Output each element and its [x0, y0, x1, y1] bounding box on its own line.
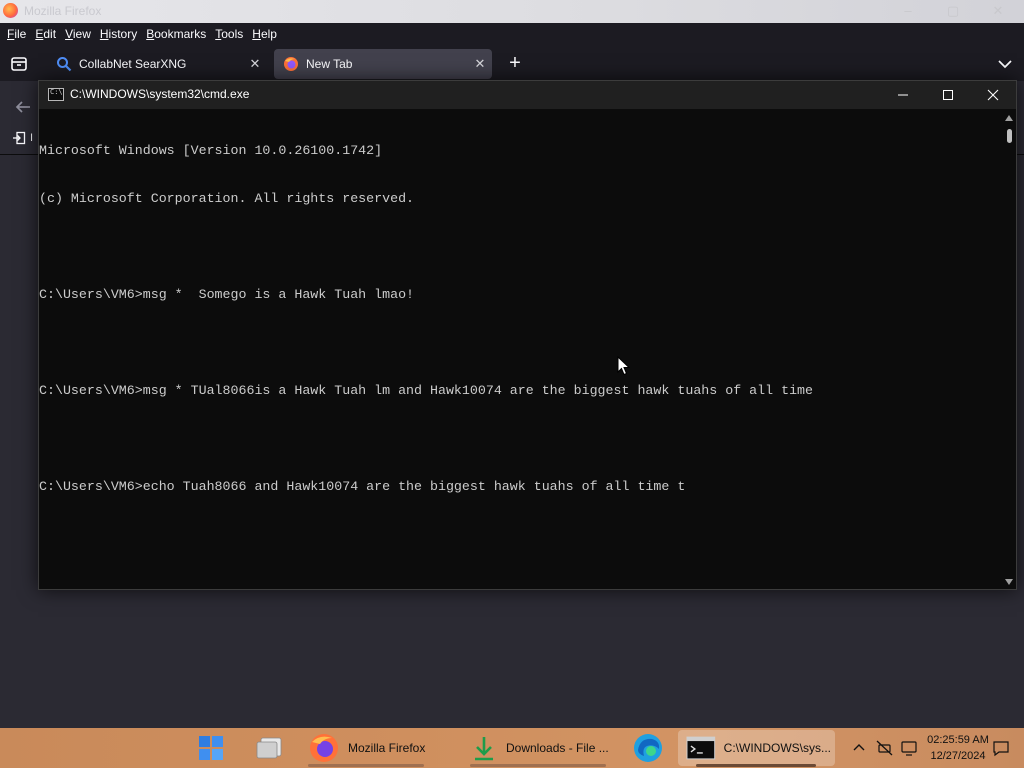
notifications-button[interactable] [992, 728, 1012, 768]
active-indicator [696, 764, 816, 767]
clock-date: 12/27/2024 [930, 750, 986, 762]
running-indicator [308, 764, 424, 767]
windows-logo-icon [199, 736, 223, 760]
minimize-icon [898, 94, 908, 96]
start-button[interactable] [198, 728, 228, 768]
cmd-icon: C:\ [48, 88, 64, 101]
menu-help[interactable]: Help [248, 27, 281, 41]
edge-taskbar-button[interactable] [632, 728, 666, 768]
notification-icon [993, 741, 1009, 757]
cmd-maximize-button[interactable] [925, 81, 971, 109]
import-icon [13, 131, 26, 145]
cmd-taskbar-button[interactable]: C:\WINDOWS\sys... [686, 728, 831, 768]
menu-view[interactable]: View [61, 27, 95, 41]
close-icon [987, 89, 999, 101]
taskbar-label: Downloads - File ... [506, 741, 609, 755]
edge-icon [634, 734, 662, 762]
firefox-view-icon[interactable] [8, 53, 30, 75]
clock-time: 02:25:59 AM [927, 734, 989, 746]
terminal-line: Microsoft Windows [Version 10.0.26100.17… [39, 143, 383, 158]
scroll-up-icon[interactable] [1005, 115, 1013, 121]
taskbar-label: C:\WINDOWS\sys... [723, 741, 831, 755]
import-label: I [30, 132, 34, 144]
firefox-close-button[interactable]: ✕ [988, 2, 1008, 20]
file-explorer-icon [256, 737, 282, 759]
downloads-taskbar-button[interactable]: Downloads - File ... [470, 728, 615, 768]
firefox-maximize-button[interactable]: ▢ [943, 2, 963, 20]
tab-new-tab[interactable]: New Tab ✕ [274, 49, 492, 79]
taskbar-label: Mozilla Firefox [348, 741, 426, 755]
clock[interactable]: 02:25:59 AM 12/27/2024 [918, 732, 998, 764]
taskbar: Mozilla Firefox Downloads - File ... C:\… [0, 728, 1024, 768]
new-tab-button[interactable]: + [504, 53, 526, 75]
cmd-scrollbar[interactable] [1003, 109, 1016, 589]
cmd-minimize-button[interactable] [880, 81, 926, 109]
firefox-minimize-button[interactable]: – [898, 2, 918, 20]
running-indicator [470, 764, 606, 767]
firefox-window-title: Mozilla Firefox [24, 4, 102, 18]
chevron-down-icon[interactable] [994, 53, 1016, 75]
network-status-button[interactable] [876, 728, 894, 768]
terminal-line: (c) Microsoft Corporation. All rights re… [39, 191, 415, 206]
cmd-window-title: C:\WINDOWS\system32\cmd.exe [70, 87, 250, 101]
network-disconnected-icon [876, 740, 893, 756]
cmd-icon [686, 736, 716, 760]
back-arrow-icon[interactable] [12, 96, 34, 118]
menu-tools[interactable]: Tools [211, 27, 247, 41]
file-explorer-button[interactable] [254, 728, 286, 768]
tab-collabnet-searxng[interactable]: CollabNet SearXNG ✕ [47, 49, 267, 79]
search-icon [56, 56, 72, 72]
firefox-logo-icon [3, 3, 18, 18]
cmd-close-button[interactable] [970, 81, 1016, 109]
terminal-input-line[interactable]: C:\Users\VM6>echo Tuah8066 and Hawk10074… [39, 479, 1003, 495]
tab-close-icon[interactable]: ✕ [468, 56, 492, 72]
menu-file[interactable]: File [3, 27, 30, 41]
import-bookmarks-button[interactable]: I [12, 131, 33, 145]
chevron-up-icon [853, 744, 865, 751]
cmd-title-bar[interactable]: C:\ C:\WINDOWS\system32\cmd.exe [39, 81, 1016, 109]
firefox-icon [310, 734, 338, 762]
tab-label: New Tab [306, 57, 353, 71]
scroll-down-icon[interactable] [1005, 579, 1013, 585]
firefox-title-bar: Mozilla Firefox – ▢ ✕ [0, 0, 1024, 23]
maximize-icon [943, 90, 953, 100]
firefox-icon [283, 56, 299, 72]
terminal-line: C:\Users\VM6>msg * TUal8066is a Hawk Tua… [39, 383, 814, 398]
firefox-menu-bar: File Edit View History Bookmarks Tools H… [0, 23, 1024, 45]
scrollbar-thumb[interactable] [1007, 129, 1012, 143]
show-hidden-icons-button[interactable] [852, 728, 868, 768]
terminal-output[interactable]: Microsoft Windows [Version 10.0.26100.17… [39, 109, 1003, 589]
display-button[interactable] [900, 728, 918, 768]
download-arrow-icon [475, 737, 493, 761]
cmd-window[interactable]: C:\ C:\WINDOWS\system32\cmd.exe Microsof… [38, 80, 1017, 590]
terminal-line: C:\Users\VM6>msg * Somego is a Hawk Tuah… [39, 287, 415, 302]
menu-edit[interactable]: Edit [31, 27, 60, 41]
tab-label: CollabNet SearXNG [79, 57, 187, 71]
mouse-cursor-icon [617, 356, 631, 376]
menu-history[interactable]: History [96, 27, 141, 41]
tab-close-icon[interactable]: ✕ [243, 56, 267, 72]
firefox-tab-bar: CollabNet SearXNG ✕ New Tab ✕ + [0, 45, 1024, 81]
monitor-icon [901, 741, 917, 756]
firefox-taskbar-button[interactable]: Mozilla Firefox [308, 728, 453, 768]
menu-bookmarks[interactable]: Bookmarks [142, 27, 210, 41]
